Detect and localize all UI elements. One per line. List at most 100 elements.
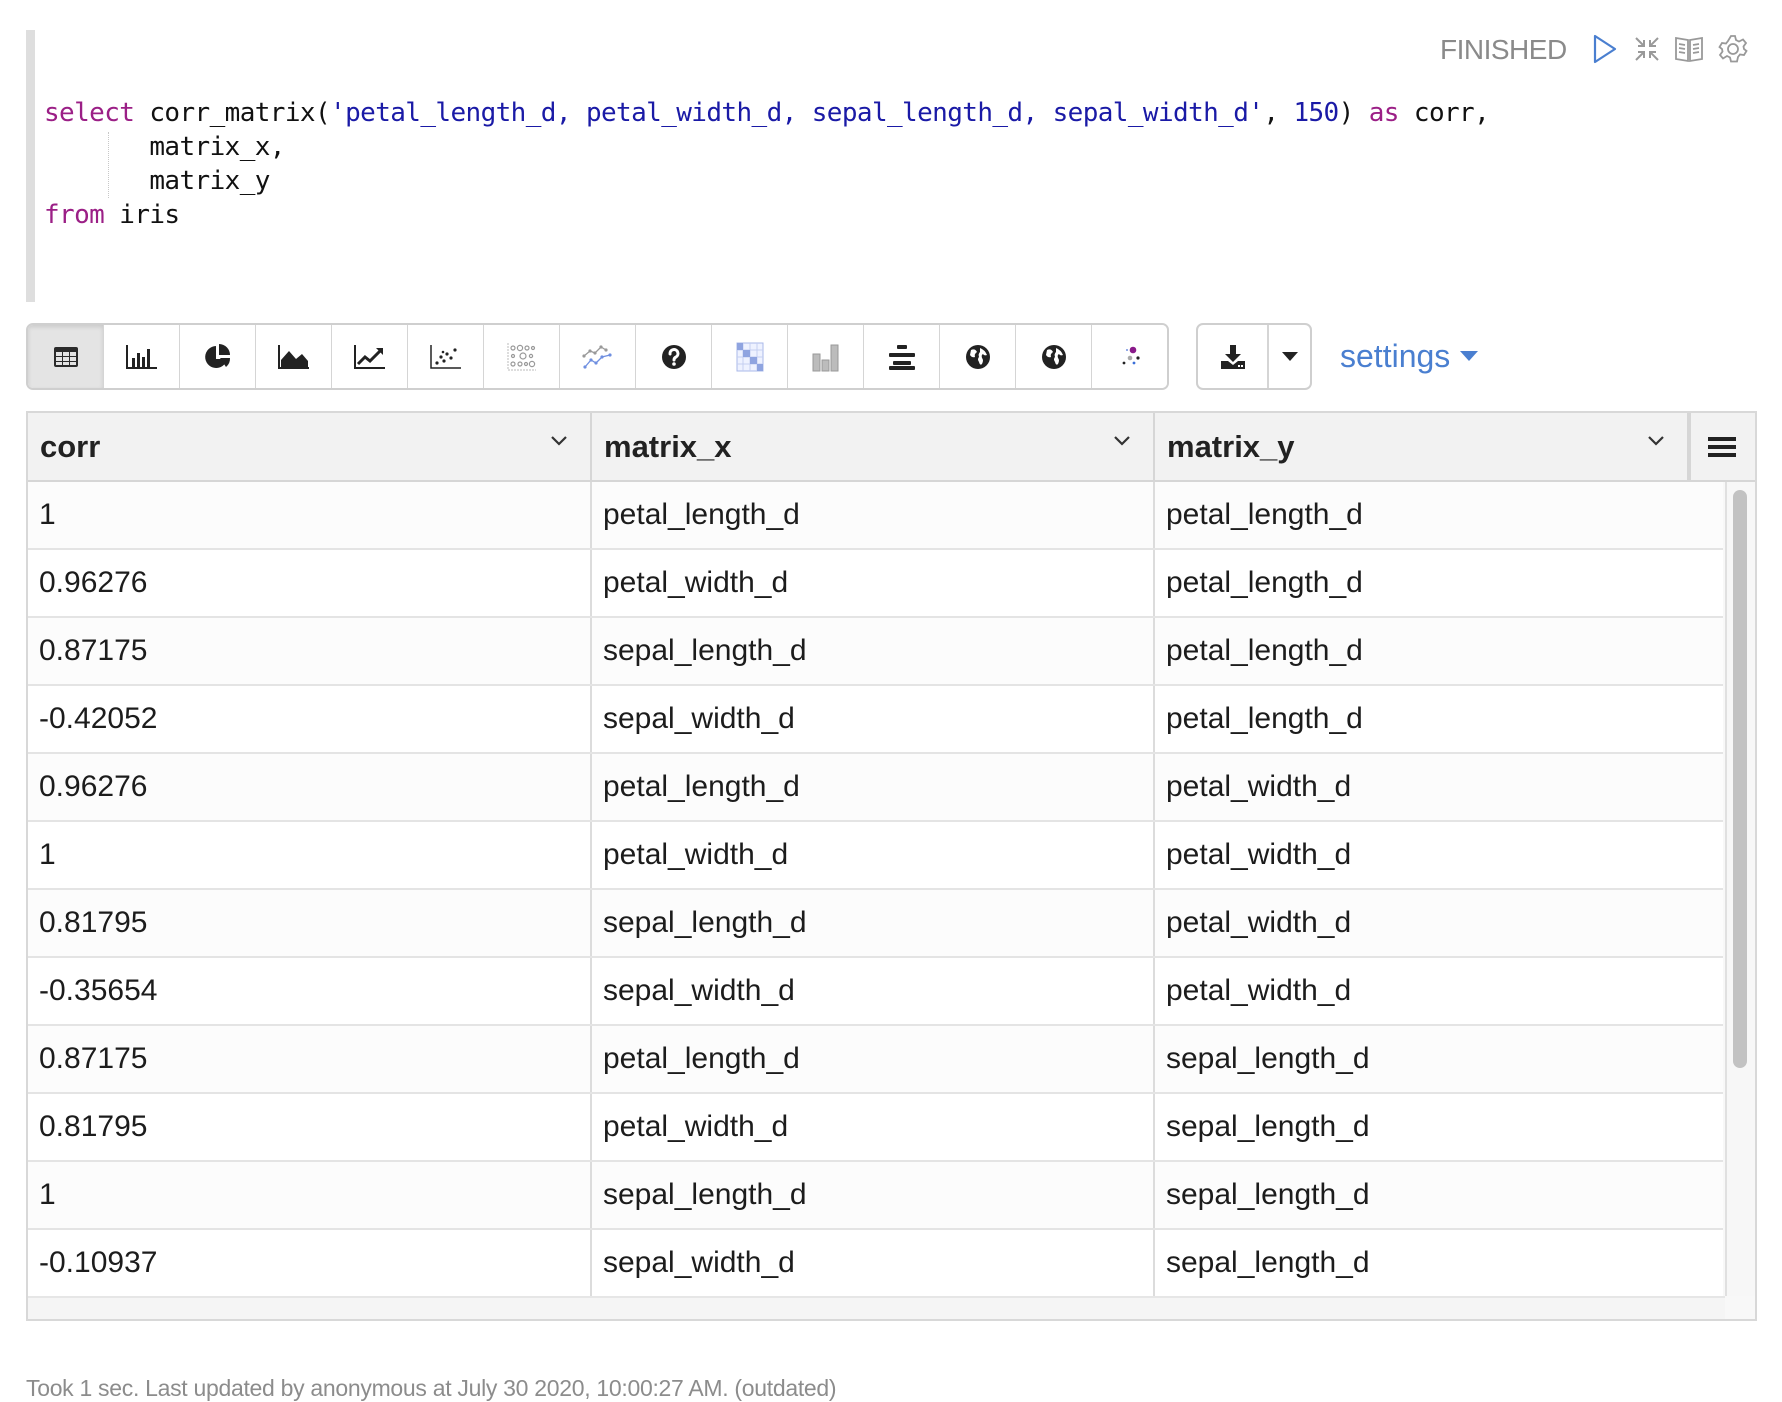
line-chart-icon bbox=[353, 344, 386, 369]
matrix-icon bbox=[736, 342, 764, 372]
cell-corr: 1 bbox=[28, 822, 592, 888]
download-options-dropdown[interactable] bbox=[1269, 325, 1310, 388]
cell-corr: -0.42052 bbox=[28, 686, 592, 752]
table-row[interactable]: -0.42052 sepal_width_d petal_length_d bbox=[28, 686, 1723, 754]
cell-matrix-x: petal_width_d bbox=[592, 1094, 1155, 1160]
vertical-scrollbar-thumb[interactable] bbox=[1733, 490, 1747, 1068]
viz-column-chart-button[interactable] bbox=[788, 325, 864, 388]
viz-globe-map-button[interactable] bbox=[940, 325, 1016, 388]
viz-scatter-chart-button[interactable] bbox=[408, 325, 484, 388]
heatmap-icon bbox=[507, 342, 537, 371]
visualization-toolbar bbox=[26, 323, 1169, 390]
cell-matrix-y: petal_width_d bbox=[1166, 770, 1352, 803]
cell-matrix-y: sepal_length_d bbox=[1166, 1246, 1370, 1279]
cell-corr: 1 bbox=[28, 1162, 592, 1228]
settings-dropdown[interactable]: settings bbox=[1340, 338, 1479, 375]
code-token: ) bbox=[1338, 98, 1369, 128]
table-row[interactable]: 1 petal_width_d petal_width_d bbox=[28, 822, 1723, 890]
table-row[interactable]: 0.87175 sepal_length_d petal_length_d bbox=[28, 618, 1723, 686]
bar-chart-icon bbox=[125, 344, 158, 369]
viz-heatmap-button[interactable] bbox=[484, 325, 560, 388]
table-row[interactable]: 0.96276 petal_width_d petal_length_d bbox=[28, 550, 1723, 618]
table-row[interactable]: 0.96276 petal_length_d petal_width_d bbox=[28, 754, 1723, 822]
funnel-chart-icon bbox=[888, 344, 916, 370]
chevron-down-icon[interactable] bbox=[550, 435, 568, 447]
cell-matrix-x: sepal_width_d bbox=[592, 686, 1155, 752]
cell-matrix-y: petal_length_d bbox=[1166, 702, 1363, 735]
download-csv-button[interactable] bbox=[1198, 325, 1269, 388]
code-keyword: select bbox=[44, 98, 135, 128]
caret-down-icon bbox=[1460, 351, 1479, 361]
cell-corr: 0.81795 bbox=[28, 1094, 592, 1160]
globe-map-icon bbox=[965, 344, 991, 370]
table-row[interactable]: 0.87175 petal_length_d sepal_length_d bbox=[28, 1026, 1723, 1094]
viz-help-button[interactable] bbox=[636, 325, 712, 388]
cell-corr: 0.96276 bbox=[28, 550, 592, 616]
pie-chart-icon bbox=[204, 343, 232, 371]
cell-matrix-y: sepal_length_d bbox=[1166, 1110, 1370, 1143]
viz-globe-map-2-button[interactable] bbox=[1016, 325, 1092, 388]
column-header-label: matrix_x bbox=[604, 428, 732, 464]
table-row[interactable]: -0.10937 sepal_width_d sepal_length_d bbox=[28, 1230, 1723, 1296]
viz-matrix-button[interactable] bbox=[712, 325, 788, 388]
viz-area-chart-button[interactable] bbox=[256, 325, 332, 388]
download-icon bbox=[1220, 344, 1245, 369]
viz-line-chart-button[interactable] bbox=[332, 325, 408, 388]
horizontal-scrollbar[interactable] bbox=[28, 1296, 1725, 1319]
cell-matrix-y: sepal_length_d bbox=[1166, 1178, 1370, 1211]
cell-matrix-x: sepal_width_d bbox=[592, 958, 1155, 1024]
table-icon bbox=[53, 346, 79, 368]
viz-table-button[interactable] bbox=[28, 325, 104, 388]
code-token: corr_matrix( bbox=[134, 98, 331, 128]
column-header-label: corr bbox=[40, 428, 101, 464]
code-token: matrix_y bbox=[44, 166, 270, 196]
column-header-matrix-x[interactable]: matrix_x bbox=[592, 413, 1155, 480]
viz-funnel-chart-button[interactable] bbox=[864, 325, 940, 388]
globe-map-2-icon bbox=[1041, 344, 1067, 370]
cell-corr: 0.87175 bbox=[28, 618, 592, 684]
chevron-down-icon[interactable] bbox=[1647, 435, 1665, 447]
code-token: , bbox=[1263, 98, 1294, 128]
cell-matrix-x: petal_length_d bbox=[592, 482, 1155, 548]
cell-corr: 1 bbox=[28, 482, 592, 548]
code-token: corr, bbox=[1398, 98, 1490, 128]
table-row[interactable]: 1 sepal_length_d sepal_length_d bbox=[28, 1162, 1723, 1230]
cell-matrix-x: petal_width_d bbox=[592, 550, 1155, 616]
cell-matrix-y: petal_length_d bbox=[1166, 634, 1363, 667]
code-string: 'petal_length_d, petal_width_d, sepal_le… bbox=[330, 98, 1264, 128]
settings-label: settings bbox=[1340, 338, 1451, 374]
cell-matrix-x: sepal_length_d bbox=[592, 890, 1155, 956]
table-row[interactable]: -0.35654 sepal_width_d petal_width_d bbox=[28, 958, 1723, 1026]
editor-gutter bbox=[26, 30, 35, 302]
cell-matrix-x: petal_length_d bbox=[592, 754, 1155, 820]
column-header-matrix-y[interactable]: matrix_y bbox=[1155, 413, 1689, 480]
column-header-corr[interactable]: corr bbox=[28, 413, 592, 480]
table-row[interactable]: 0.81795 petal_width_d sepal_length_d bbox=[28, 1094, 1723, 1162]
column-header-label: matrix_y bbox=[1167, 428, 1295, 464]
vertical-scrollbar[interactable] bbox=[1725, 482, 1755, 1296]
code-keyword: as bbox=[1368, 98, 1400, 128]
grid-menu-button[interactable] bbox=[1689, 413, 1752, 482]
caret-down-icon bbox=[1281, 351, 1298, 361]
code-line: matrix_x, bbox=[44, 130, 1489, 164]
code-keyword: from bbox=[44, 200, 105, 230]
viz-pie-chart-button[interactable] bbox=[180, 325, 256, 388]
table-row[interactable]: 0.81795 sepal_length_d petal_width_d bbox=[28, 890, 1723, 958]
area-chart-icon bbox=[277, 344, 310, 369]
cell-matrix-x: sepal_length_d bbox=[592, 618, 1155, 684]
hamburger-menu-icon bbox=[1707, 436, 1736, 457]
result-table: corr matrix_x matrix_y 1 petal_length_d pe… bbox=[26, 411, 1757, 1321]
viz-bar-chart-button[interactable] bbox=[104, 325, 180, 388]
viz-multi-line-chart-button[interactable] bbox=[560, 325, 636, 388]
cell-matrix-y: petal_length_d bbox=[1166, 566, 1363, 599]
table-body: 1 petal_length_d petal_length_d 0.96276 peta… bbox=[28, 482, 1723, 1296]
code-token: matrix_x, bbox=[44, 132, 285, 162]
viz-bubble-chart-button[interactable] bbox=[1092, 325, 1167, 388]
cell-corr: 0.96276 bbox=[28, 754, 592, 820]
table-row[interactable]: 1 petal_length_d petal_length_d bbox=[28, 482, 1723, 550]
bubble-chart-icon bbox=[1116, 344, 1144, 370]
code-text[interactable]: select corr_matrix('petal_length_d, peta… bbox=[44, 96, 1490, 232]
chevron-down-icon[interactable] bbox=[1113, 435, 1131, 447]
cell-matrix-x: sepal_width_d bbox=[592, 1230, 1155, 1296]
cell-corr: -0.10937 bbox=[28, 1230, 592, 1296]
